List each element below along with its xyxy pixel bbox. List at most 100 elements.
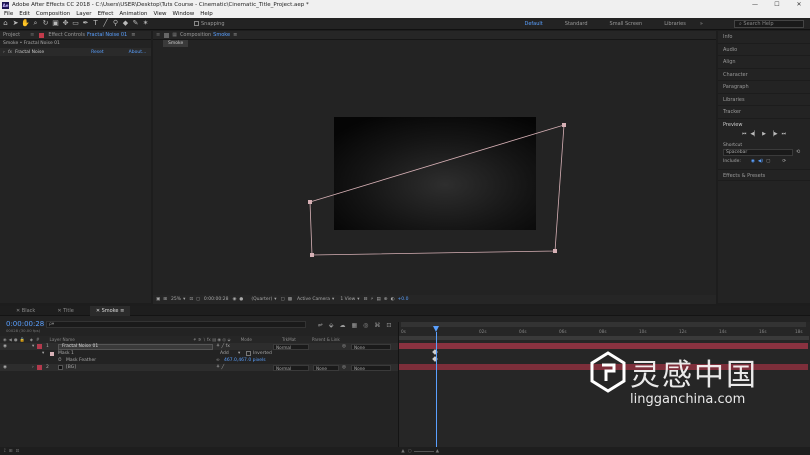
grid-overlay-icon[interactable]: ⊡	[189, 297, 193, 302]
previous-frame-icon[interactable]: ◀▏	[750, 131, 758, 137]
include-audio-icon[interactable]: ◀)	[758, 159, 763, 164]
time-ruler[interactable]: 0s 02s 04s 06s 08s 10s 12s 14s 16s 18s	[399, 327, 810, 336]
always-preview-icon[interactable]: ▣	[156, 297, 160, 302]
mask-vertex-handle[interactable]	[308, 200, 312, 204]
column-parent[interactable]: Parent & Link	[312, 337, 340, 342]
frame-blending-icon[interactable]: ▦	[351, 322, 357, 329]
layer-switches-icon[interactable]: ⚘ ╱	[216, 364, 224, 371]
loop-icon[interactable]: ⟲	[796, 149, 800, 155]
layer-switches-icon[interactable]: ⚘ ╱ fx	[216, 343, 230, 350]
brush-tool-icon[interactable]: ╱	[101, 19, 110, 28]
hand-tool-icon[interactable]: ✋	[21, 19, 30, 28]
layer-row-2[interactable]: ◉ › 2 [BG] ⚘ ╱ Normal None ◎ None	[0, 364, 398, 371]
timeline-timecode[interactable]: 0:00:00:28	[6, 320, 44, 328]
camera-dropdown[interactable]: Active Camera	[297, 297, 330, 302]
view-layout-dropdown[interactable]: 1 View	[340, 297, 355, 302]
expand-arrow-icon[interactable]: ›	[32, 364, 34, 371]
comp-mini-flowchart-icon[interactable]: ⥂	[318, 321, 323, 329]
effects-presets-panel-tab[interactable]: Effects & Presets	[718, 168, 810, 181]
trkmat-dropdown[interactable]: None	[313, 364, 339, 371]
workspace-more-button[interactable]: »	[700, 21, 703, 27]
puppet-pin-tool-icon[interactable]: ✶	[141, 19, 150, 28]
pan-behind-tool-icon[interactable]: ✥	[61, 19, 70, 28]
panel-menu-icon[interactable]: ≡	[119, 308, 124, 314]
tab-composition[interactable]: Composition	[180, 31, 211, 39]
about-button[interactable]: About...	[129, 50, 147, 55]
zoom-dropdown[interactable]: 25%	[171, 297, 181, 302]
lock-icon[interactable]	[164, 32, 170, 38]
zoom-in-icon[interactable]: ▲	[436, 449, 439, 454]
mask-visibility-icon[interactable]: ◻	[196, 297, 200, 302]
inverted-checkbox[interactable]	[246, 351, 251, 356]
blend-mode-dropdown[interactable]: Normal	[273, 364, 309, 371]
resolution-dropdown[interactable]: (Quarter)	[251, 297, 272, 302]
character-panel-tab[interactable]: Character	[718, 69, 810, 81]
mask-vertex-handle[interactable]	[310, 253, 314, 257]
layer-name[interactable]: Fractal Noise 01	[58, 343, 213, 350]
layer-name[interactable]: [BG]	[66, 364, 76, 371]
play-icon[interactable]: ▶	[762, 131, 766, 137]
menu-help[interactable]: Help	[200, 11, 213, 17]
expand-arrow-icon[interactable]: ▾	[32, 343, 34, 350]
eraser-tool-icon[interactable]: ◆	[121, 19, 130, 28]
loop-playback-icon[interactable]: ⟳	[782, 159, 786, 164]
pickwhip-icon[interactable]: ◎	[342, 343, 346, 350]
stopwatch-icon[interactable]: ⏱	[58, 357, 62, 364]
exposure-value[interactable]: +0.0	[398, 297, 409, 302]
lock-icon[interactable]	[39, 32, 45, 38]
mask-vertex-handle[interactable]	[553, 249, 557, 253]
include-video-icon[interactable]: ◉	[751, 159, 755, 164]
workspace-libraries[interactable]: Libraries	[664, 21, 686, 27]
pickwhip-icon[interactable]: ◎	[342, 364, 346, 371]
panel-menu-icon[interactable]: ≡	[233, 31, 237, 39]
menu-composition[interactable]: Composition	[36, 11, 70, 17]
reset-button[interactable]: Reset	[91, 50, 104, 55]
transparency-grid-icon[interactable]: ▩	[288, 297, 292, 302]
blend-mode-dropdown[interactable]: Normal	[273, 343, 309, 350]
home-icon[interactable]: ⌂	[1, 19, 10, 28]
tab-composition-name[interactable]: Smoke	[213, 31, 230, 39]
effect-row[interactable]: › fx Fractal Noise Reset About...	[0, 48, 151, 56]
zoom-tool-icon[interactable]: ⌕	[31, 19, 40, 28]
menu-layer[interactable]: Layer	[76, 11, 91, 17]
expand-arrow-icon[interactable]: ▾	[42, 350, 44, 357]
zoom-slider-knob[interactable]: ○	[408, 449, 412, 454]
playhead-line[interactable]	[435, 332, 437, 455]
tab-smoke[interactable]: ✕ Smoke ≡	[89, 305, 131, 316]
menu-view[interactable]: View	[153, 11, 166, 17]
timeline-search-input[interactable]: ρ▾	[46, 321, 306, 328]
menu-edit[interactable]: Edit	[19, 11, 30, 17]
eye-icon[interactable]: ◉	[3, 343, 7, 350]
libraries-panel-tab[interactable]: Libraries	[718, 94, 810, 106]
layer-label-color[interactable]	[37, 365, 42, 370]
timeline-icon[interactable]: ▤	[377, 297, 381, 302]
zoom-out-icon[interactable]: ▲	[401, 449, 404, 454]
snapshot-icon[interactable]: ◉	[232, 297, 236, 302]
first-frame-icon[interactable]: ⏮	[742, 131, 747, 137]
flowchart-icon[interactable]: ⊕	[384, 297, 388, 302]
tab-effect-controls[interactable]: Effect Controls	[48, 31, 85, 39]
menu-animation[interactable]: Animation	[119, 11, 147, 17]
graph-toggle-icon[interactable]: ⊡	[386, 322, 391, 329]
expand-collapse-icon[interactable]: ⊞	[9, 449, 13, 454]
work-area-range[interactable]	[399, 336, 809, 340]
menu-effect[interactable]: Effect	[98, 11, 114, 17]
mask-feather-row[interactable]: ⏱ Mask Feather ∞ 467.0,467.0 pixels	[0, 357, 398, 364]
mask-name[interactable]: Mask 1	[58, 350, 74, 357]
paragraph-panel-tab[interactable]: Paragraph	[718, 81, 810, 94]
region-of-interest-icon[interactable]: ▢	[281, 297, 285, 302]
tab-title[interactable]: ✕ Title	[51, 306, 80, 316]
last-frame-icon[interactable]: ⏭	[782, 131, 787, 137]
maximize-button[interactable]: ☐	[766, 0, 788, 10]
layer-row-1[interactable]: ◉ ▾ 1 Fractal Noise 01 ⚘ ╱ fx Normal ◎ N…	[0, 343, 398, 350]
reset-exposure-icon[interactable]: ◐	[391, 297, 395, 302]
workspace-standard[interactable]: Standard	[565, 21, 588, 27]
fx-toggle[interactable]: fx	[8, 50, 12, 55]
audio-panel-tab[interactable]: Audio	[718, 44, 810, 56]
draft-3d-icon[interactable]: ⬙	[329, 322, 334, 329]
comp-viewer-canvas[interactable]	[153, 48, 716, 293]
panel-menu-icon[interactable]: ≡	[131, 31, 135, 39]
rectangle-tool-icon[interactable]: ▭	[71, 19, 80, 28]
graph-editor-icon[interactable]: ⌘	[374, 322, 380, 329]
show-channel-icon[interactable]: ●	[239, 297, 243, 302]
